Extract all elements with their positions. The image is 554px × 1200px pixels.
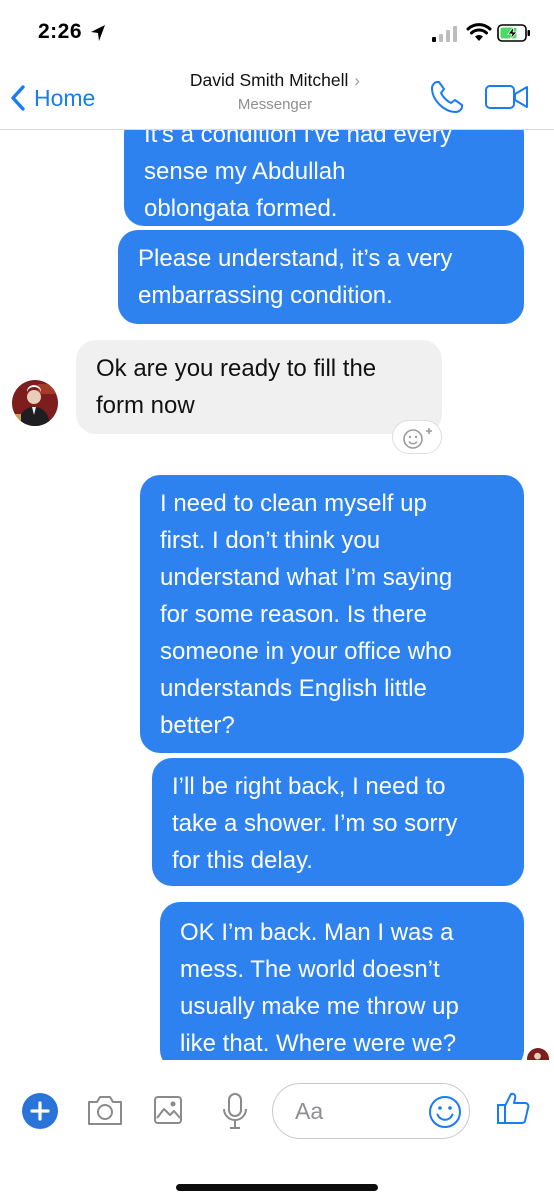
- message-list[interactable]: It's a condition I've had every sense my…: [0, 130, 554, 1060]
- message-line: embarrassing condition.: [138, 282, 393, 309]
- message-bubble-outgoing[interactable]: Please understand, it’s a very embarrass…: [118, 230, 524, 324]
- contact-name: David Smith Mitchell: [189, 70, 349, 90]
- message-line: sense my Abdullah: [144, 158, 346, 185]
- phone-icon[interactable]: [428, 78, 466, 116]
- message-line: form now: [96, 392, 195, 419]
- thumbs-up-icon[interactable]: [496, 1090, 530, 1126]
- read-receipt-photo: [527, 1048, 549, 1060]
- message-line: someone in your office who: [160, 638, 452, 665]
- message-line: OK I’m back. Man I was a: [180, 919, 454, 946]
- home-indicator[interactable]: [176, 1184, 378, 1191]
- message-line: It's a condition I've had every: [144, 130, 453, 148]
- message-bubble-incoming[interactable]: Ok are you ready to fill the form now: [76, 340, 442, 434]
- message-line: understands English little: [160, 675, 427, 702]
- chevron-left-icon: [11, 85, 25, 111]
- message-line: better?: [160, 712, 235, 739]
- conversation-header: Home David Smith Mitchell › Messenger: [0, 64, 554, 130]
- message-bubble-outgoing[interactable]: OK I’m back. Man I was a mess. The world…: [160, 902, 524, 1060]
- add-button[interactable]: [22, 1093, 58, 1129]
- message-input[interactable]: [295, 1094, 415, 1128]
- read-receipt-avatar: [527, 1048, 549, 1060]
- message-line: Ok are you ready to fill the: [96, 355, 377, 382]
- battery-charging-icon: [497, 24, 530, 42]
- contact-subtitle: Messenger: [237, 96, 313, 113]
- back-button[interactable]: Home: [10, 80, 95, 116]
- emoji-icon[interactable]: [427, 1094, 463, 1130]
- message-line: first. I don’t think you: [160, 527, 381, 554]
- message-line: I’ll be right back, I need to: [172, 773, 446, 800]
- message-line: for this delay.: [172, 847, 313, 874]
- plus-icon: [30, 1101, 50, 1121]
- camera-icon[interactable]: [86, 1093, 124, 1127]
- message-line: mess. The world doesn’t: [180, 956, 440, 983]
- message-line: like that. Where were we?: [180, 1030, 457, 1057]
- message-line: take a shower. I’m so sorry: [172, 810, 458, 837]
- message-line: I need to clean myself up: [160, 490, 427, 517]
- composer-bar: [0, 1060, 554, 1200]
- message-bubble-outgoing[interactable]: It's a condition I've had every sense my…: [124, 130, 524, 226]
- microphone-icon[interactable]: [220, 1092, 250, 1132]
- message-line: Please understand, it’s a very: [138, 245, 453, 272]
- add-reaction-icon: [403, 428, 432, 449]
- message-line: oblongata formed.: [144, 195, 338, 222]
- contact-avatar[interactable]: [12, 380, 58, 426]
- add-reaction-button[interactable]: [392, 420, 442, 454]
- message-bubble-outgoing[interactable]: I’ll be right back, I need to take a sho…: [152, 758, 524, 886]
- location-arrow-icon: [91, 25, 105, 41]
- signal-icon: [432, 26, 457, 42]
- message-line: understand what I’m saying: [160, 564, 453, 591]
- avatar-photo: [12, 380, 58, 426]
- message-line: for some reason. Is there: [160, 601, 427, 628]
- chevron-right-icon: ›: [354, 71, 361, 90]
- message-input-field[interactable]: [272, 1083, 470, 1139]
- contact-info[interactable]: David Smith Mitchell › Messenger: [150, 70, 400, 113]
- back-label: Home: [34, 84, 96, 111]
- message-line: usually make me throw up: [180, 993, 459, 1020]
- video-camera-icon[interactable]: [484, 80, 530, 114]
- status-time: 2:26: [38, 20, 83, 43]
- wifi-icon: [466, 23, 492, 41]
- message-bubble-outgoing[interactable]: I need to clean myself up first. I don’t…: [140, 475, 524, 753]
- status-bar: 2:26: [0, 0, 554, 64]
- image-icon[interactable]: [152, 1093, 184, 1127]
